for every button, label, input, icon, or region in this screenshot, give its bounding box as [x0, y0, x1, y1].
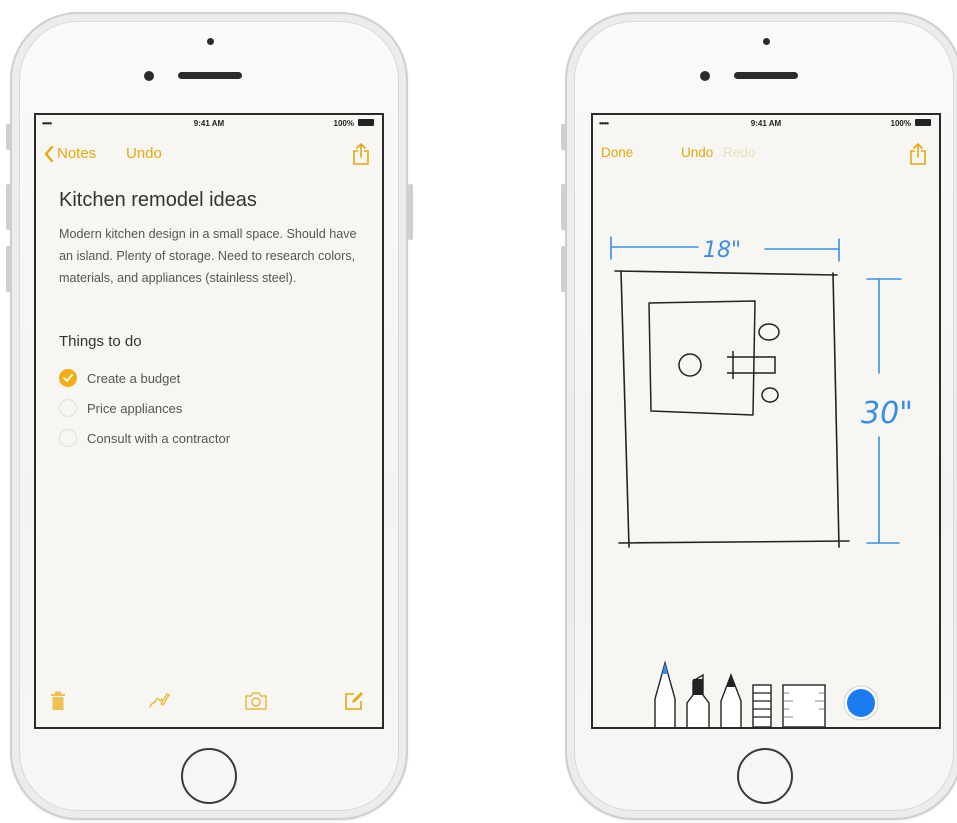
cabinet-outline [614, 270, 850, 548]
color-picker-icon[interactable] [843, 685, 879, 721]
knob-top [758, 323, 780, 341]
marker-tool-icon[interactable] [686, 673, 710, 727]
earpiece-speaker [178, 72, 242, 79]
battery-icon [358, 119, 374, 126]
chevron-left-icon [44, 145, 54, 162]
share-icon [910, 143, 926, 165]
compose-icon [345, 692, 363, 710]
share-button[interactable] [352, 143, 370, 170]
sketch-button[interactable] [148, 691, 170, 716]
home-button[interactable] [737, 748, 793, 804]
battery-percent: 100% [890, 119, 911, 128]
delete-button[interactable] [50, 691, 66, 716]
left-phone: ••••• 9:41 AM 100% Notes Undo Kitchen re… [6, 12, 413, 820]
pencil-tool-icon[interactable] [720, 673, 742, 727]
front-camera [700, 71, 710, 81]
earpiece-speaker [734, 72, 798, 79]
trash-icon [51, 691, 65, 710]
pen-tool-icon[interactable] [654, 660, 676, 727]
bottom-toolbar [36, 689, 382, 717]
compose-button[interactable] [344, 691, 364, 716]
width-dimension-label: 18" [703, 238, 741, 263]
front-camera [144, 71, 154, 81]
checked-circle-icon[interactable] [59, 369, 77, 387]
camera-icon [245, 692, 267, 710]
power-button [408, 184, 413, 240]
checklist: Create a budget Price appliances Consult… [59, 363, 230, 453]
checklist-item[interactable]: Create a budget [59, 363, 230, 393]
back-button[interactable]: Notes [44, 145, 96, 162]
appliance-outline [648, 300, 756, 416]
height-dimension-label: 30" [861, 396, 913, 431]
volume-down-button [561, 246, 566, 292]
volume-down-button [6, 246, 11, 292]
note-body[interactable]: Modern kitchen design in a small space. … [59, 223, 359, 289]
knob-bottom [761, 387, 779, 403]
battery-percent: 100% [333, 119, 354, 128]
home-button[interactable] [181, 748, 237, 804]
mute-switch [561, 124, 566, 150]
checklist-heading: Things to do [59, 333, 142, 350]
ruler-tool-icon[interactable] [782, 684, 826, 727]
undo-button[interactable]: Undo [681, 145, 713, 160]
eraser-tool-icon[interactable] [752, 684, 772, 727]
unchecked-circle-icon[interactable] [59, 399, 77, 417]
unchecked-circle-icon[interactable] [59, 429, 77, 447]
status-time: 9:41 AM [750, 119, 782, 128]
redo-button[interactable]: Redo [723, 145, 755, 160]
tool-palette [654, 660, 879, 727]
sketch-canvas[interactable]: 18" 30" [593, 175, 939, 625]
battery-icon [915, 119, 931, 126]
handle-shape [727, 351, 776, 379]
checklist-item-label: Consult with a contractor [87, 430, 231, 446]
camera-button[interactable] [244, 691, 268, 716]
checklist-item-label: Create a budget [87, 370, 181, 386]
right-phone: ••••• 9:41 AM 100% Done Undo Redo 18" 30… [561, 12, 957, 820]
checklist-item[interactable]: Price appliances [59, 393, 230, 423]
knob-large [678, 353, 702, 377]
sketch-icon [149, 693, 170, 708]
done-button[interactable]: Done [601, 145, 633, 160]
share-button[interactable] [909, 143, 927, 170]
note-title[interactable]: Kitchen remodel ideas [59, 189, 257, 212]
proximity-sensor [763, 38, 770, 45]
volume-up-button [6, 184, 11, 230]
undo-button[interactable]: Undo [126, 145, 162, 162]
status-bar: ••••• 9:41 AM 100% [36, 115, 382, 131]
status-time: 9:41 AM [193, 119, 225, 128]
checklist-item[interactable]: Consult with a contractor [59, 423, 230, 453]
mute-switch [6, 124, 11, 150]
nav-bar: Notes Undo [36, 141, 382, 167]
volume-up-button [561, 184, 566, 230]
checklist-item-label: Price appliances [87, 400, 183, 416]
notes-screen: ••••• 9:41 AM 100% Notes Undo Kitchen re… [34, 113, 384, 729]
status-bar: ••••• 9:41 AM 100% [593, 115, 939, 131]
nav-bar: Done Undo Redo [593, 141, 939, 167]
back-label: Notes [57, 145, 97, 162]
proximity-sensor [207, 38, 214, 45]
share-icon [353, 143, 369, 165]
sketch-screen: ••••• 9:41 AM 100% Done Undo Redo 18" 30… [591, 113, 941, 729]
